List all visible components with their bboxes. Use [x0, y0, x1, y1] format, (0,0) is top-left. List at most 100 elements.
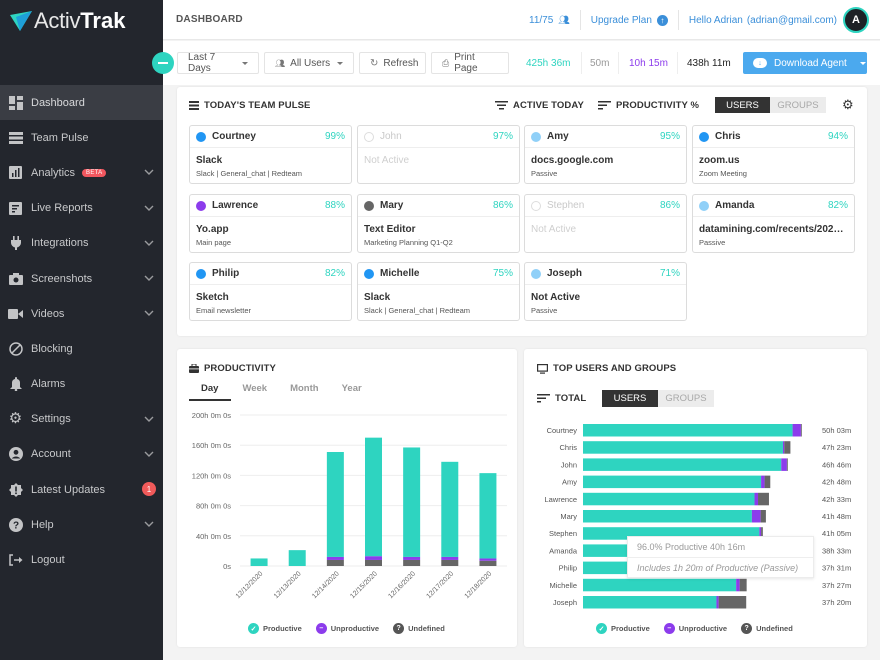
- sidebar-item-team-pulse[interactable]: Team Pulse: [0, 120, 163, 155]
- user-label[interactable]: Chris: [559, 443, 577, 452]
- bar-unproductive-12-17-2020[interactable]: [441, 556, 459, 560]
- bar-productive-mary[interactable]: [583, 510, 752, 523]
- user-label[interactable]: Amanda: [549, 546, 578, 555]
- bar-undefined-michelle[interactable]: [739, 578, 747, 592]
- license-count[interactable]: 11/75: [529, 15, 553, 26]
- tab-month[interactable]: Month: [280, 383, 332, 401]
- refresh-button[interactable]: ↻ Refresh: [359, 52, 426, 74]
- user-label[interactable]: Stephen: [549, 529, 577, 538]
- activtrak-logo[interactable]: Activ Trak: [10, 8, 125, 34]
- bar-unproductive-michelle[interactable]: [736, 578, 740, 592]
- bar-productive-12-12-2020[interactable]: [250, 558, 268, 566]
- bar-unproductive-12-16-2020[interactable]: [403, 556, 421, 560]
- chevron-down-icon[interactable]: [143, 413, 155, 425]
- user-name[interactable]: Joseph: [547, 268, 582, 279]
- user-name[interactable]: Stephen: [547, 200, 584, 211]
- settings-gear-icon[interactable]: ⚙: [842, 98, 854, 112]
- sidebar-item-screenshots[interactable]: Screenshots: [0, 261, 163, 296]
- bar-undefined-12-17-2020[interactable]: [441, 559, 459, 566]
- legend-undefined[interactable]: ? Undefined: [393, 623, 445, 634]
- sort-total[interactable]: TOTAL: [537, 393, 586, 404]
- tab-week[interactable]: Week: [231, 383, 280, 401]
- tab-year[interactable]: Year: [332, 383, 374, 401]
- user-pulse-card[interactable]: Stephen 86% Not Active: [524, 194, 687, 253]
- user-pulse-card[interactable]: John 97% Not Active: [357, 125, 520, 184]
- chevron-down-icon[interactable]: [143, 518, 155, 530]
- collapse-sidebar-button[interactable]: [152, 52, 174, 74]
- sidebar-item-blocking[interactable]: Blocking: [0, 331, 163, 366]
- sort-productivity[interactable]: PRODUCTIVITY %: [598, 100, 699, 111]
- bar-productive-lawrence[interactable]: [583, 492, 755, 506]
- user-email[interactable]: (adrian@gmail.com): [747, 15, 837, 26]
- sidebar-item-alarms[interactable]: Alarms: [0, 367, 163, 402]
- chevron-down-icon[interactable]: [143, 237, 155, 249]
- user-label[interactable]: Philip: [559, 564, 577, 573]
- bar-unproductive-courtney[interactable]: [792, 424, 801, 437]
- print-page-button[interactable]: ⎙ Print Page: [431, 52, 509, 74]
- toggle-groups[interactable]: GROUPS: [658, 390, 714, 407]
- bar-productive-joseph[interactable]: [583, 596, 717, 609]
- user-name[interactable]: Philip: [212, 268, 239, 279]
- sidebar-item-dashboard[interactable]: Dashboard: [0, 85, 163, 121]
- user-pulse-card[interactable]: Michelle 75% Slack Slack | General_chat | R…: [357, 262, 520, 321]
- bar-unproductive-john[interactable]: [781, 458, 787, 471]
- bar-productive-12-13-2020[interactable]: [288, 550, 306, 566]
- bar-undefined-mary[interactable]: [760, 510, 766, 523]
- greeting[interactable]: Hello Adrian: [689, 15, 743, 26]
- bar-undefined-john[interactable]: [786, 458, 788, 471]
- bar-productive-12-16-2020[interactable]: [403, 447, 421, 557]
- bar-productive-michelle[interactable]: [583, 578, 737, 592]
- legend-productive[interactable]: ✓ Productive: [596, 623, 650, 634]
- user-pulse-card[interactable]: Philip 82% Sketch Email newsletter: [189, 262, 352, 321]
- legend-unproductive[interactable]: – Unproductive: [663, 623, 727, 634]
- bar-unproductive-amy[interactable]: [761, 475, 765, 489]
- bar-productive-john[interactable]: [583, 458, 782, 471]
- user-name[interactable]: Lawrence: [212, 200, 258, 211]
- user-name[interactable]: Courtney: [212, 131, 256, 142]
- upgrade-plan-link[interactable]: Upgrade Plan: [591, 15, 652, 26]
- bar-undefined-lawrence[interactable]: [758, 492, 769, 506]
- user-name[interactable]: Amanda: [715, 200, 754, 211]
- toggle-groups[interactable]: GROUPS: [770, 97, 826, 113]
- user-name[interactable]: Mary: [380, 200, 403, 211]
- user-name[interactable]: John: [380, 131, 402, 142]
- bar-productive-12-14-2020[interactable]: [326, 451, 344, 557]
- sidebar-item-logout[interactable]: Logout: [0, 542, 163, 577]
- legend-productive[interactable]: ✓ Productive: [248, 623, 302, 634]
- sidebar-item-integrations[interactable]: Integrations: [0, 226, 163, 261]
- bar-productive-12-15-2020[interactable]: [365, 437, 382, 557]
- tab-day[interactable]: Day: [189, 383, 232, 401]
- download-agent-button[interactable]: ↓ Download Agent: [743, 52, 867, 74]
- user-pulse-card[interactable]: Lawrence 88% Yo.app Main page: [189, 194, 352, 253]
- bar-productive-chris[interactable]: [583, 441, 783, 454]
- bar-undefined-amy[interactable]: [764, 475, 771, 489]
- user-pulse-card[interactable]: Mary 86% Text Editor Marketing Planning Q1-…: [357, 194, 520, 253]
- user-name[interactable]: Amy: [547, 131, 569, 142]
- sidebar-item-settings[interactable]: ⚙ Settings: [0, 402, 163, 437]
- user-name[interactable]: Chris: [715, 131, 741, 142]
- toggle-users[interactable]: USERS: [602, 390, 658, 407]
- bar-undefined-joseph[interactable]: [718, 596, 747, 609]
- bar-unproductive-12-15-2020[interactable]: [365, 556, 382, 560]
- bar-productive-courtney[interactable]: [583, 424, 793, 437]
- bar-unproductive-mary[interactable]: [751, 510, 761, 523]
- bar-undefined-12-15-2020[interactable]: [365, 559, 382, 566]
- user-label[interactable]: Mary: [560, 512, 577, 521]
- user-pulse-card[interactable]: Amy 95% docs.google.com Passive: [524, 125, 687, 184]
- user-name[interactable]: Michelle: [380, 268, 419, 279]
- bar-unproductive-12-14-2020[interactable]: [326, 556, 344, 560]
- date-range-dropdown[interactable]: Last 7 Days: [177, 52, 259, 74]
- bar-undefined-courtney[interactable]: [800, 424, 802, 437]
- bar-productive-amy[interactable]: [583, 475, 762, 489]
- user-pulse-card[interactable]: Joseph 71% Not Active Passive: [524, 262, 687, 321]
- toggle-users[interactable]: USERS: [715, 97, 770, 113]
- sidebar-item-live-reports[interactable]: Live Reports: [0, 191, 163, 226]
- user-label[interactable]: John: [561, 460, 577, 469]
- bar-unproductive-joseph[interactable]: [716, 596, 719, 609]
- user-label[interactable]: Amy: [562, 478, 577, 487]
- chevron-down-icon[interactable]: [143, 166, 155, 178]
- bar-unproductive-chris[interactable]: [782, 441, 785, 454]
- chevron-down-icon[interactable]: [143, 272, 155, 284]
- legend-unproductive[interactable]: – Unproductive: [315, 623, 379, 634]
- user-label[interactable]: Joseph: [553, 598, 577, 607]
